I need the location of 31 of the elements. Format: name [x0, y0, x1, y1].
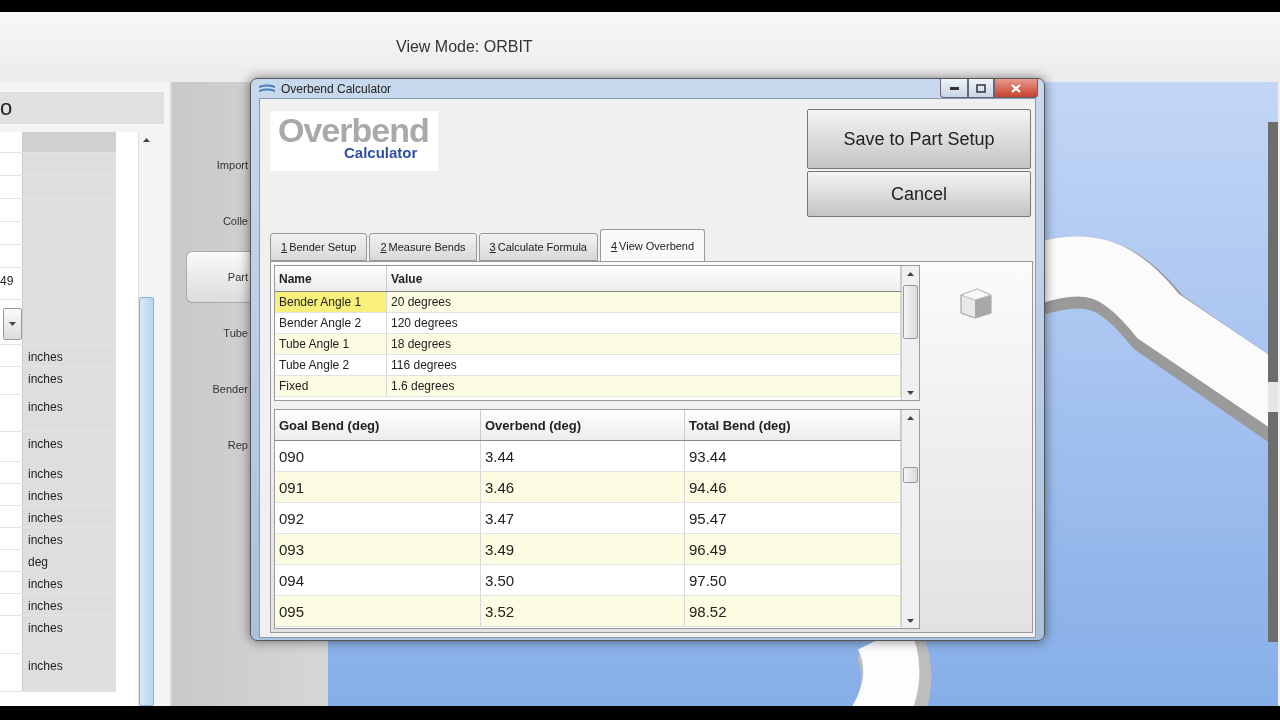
table-cell: inches — [22, 395, 117, 431]
table-cell: 3.52 — [481, 596, 685, 626]
table-cell: 3.47 — [481, 503, 685, 533]
table-cell: 49 — [0, 274, 14, 288]
table-cell: inches — [22, 616, 117, 653]
table-cell: 092 — [275, 503, 481, 533]
table-cell: 090 — [275, 441, 481, 471]
table-cell: inches — [22, 654, 117, 691]
table-cell: inches — [22, 506, 117, 527]
table-cell: inches — [22, 367, 117, 394]
table-cell: 091 — [275, 472, 481, 502]
table-cell: 3.49 — [481, 534, 685, 564]
table-cell: 3.46 — [481, 472, 685, 502]
panel-title: o — [0, 95, 13, 121]
table-cell: inches — [22, 572, 117, 593]
table-cell: 095 — [275, 596, 481, 626]
table-cell: deg — [22, 550, 117, 571]
table-cell: inches — [22, 528, 117, 549]
window-title: Overbend Calculator — [281, 81, 393, 96]
logo-subtitle: Calculator — [344, 145, 418, 160]
table-cell: inches — [22, 484, 117, 505]
table-cell: inches — [22, 345, 117, 366]
table-cell: 3.50 — [481, 565, 685, 595]
view-mode-label: View Mode: ORBIT — [396, 38, 533, 56]
table-cell: inches — [22, 462, 117, 483]
logo-title: Overbend — [278, 115, 429, 145]
table-cell: inches — [22, 432, 117, 461]
table-cell: 3.44 — [481, 441, 685, 471]
table-cell: inches — [22, 594, 117, 615]
table-cell: 094 — [275, 565, 481, 595]
table-cell: 093 — [275, 534, 481, 564]
